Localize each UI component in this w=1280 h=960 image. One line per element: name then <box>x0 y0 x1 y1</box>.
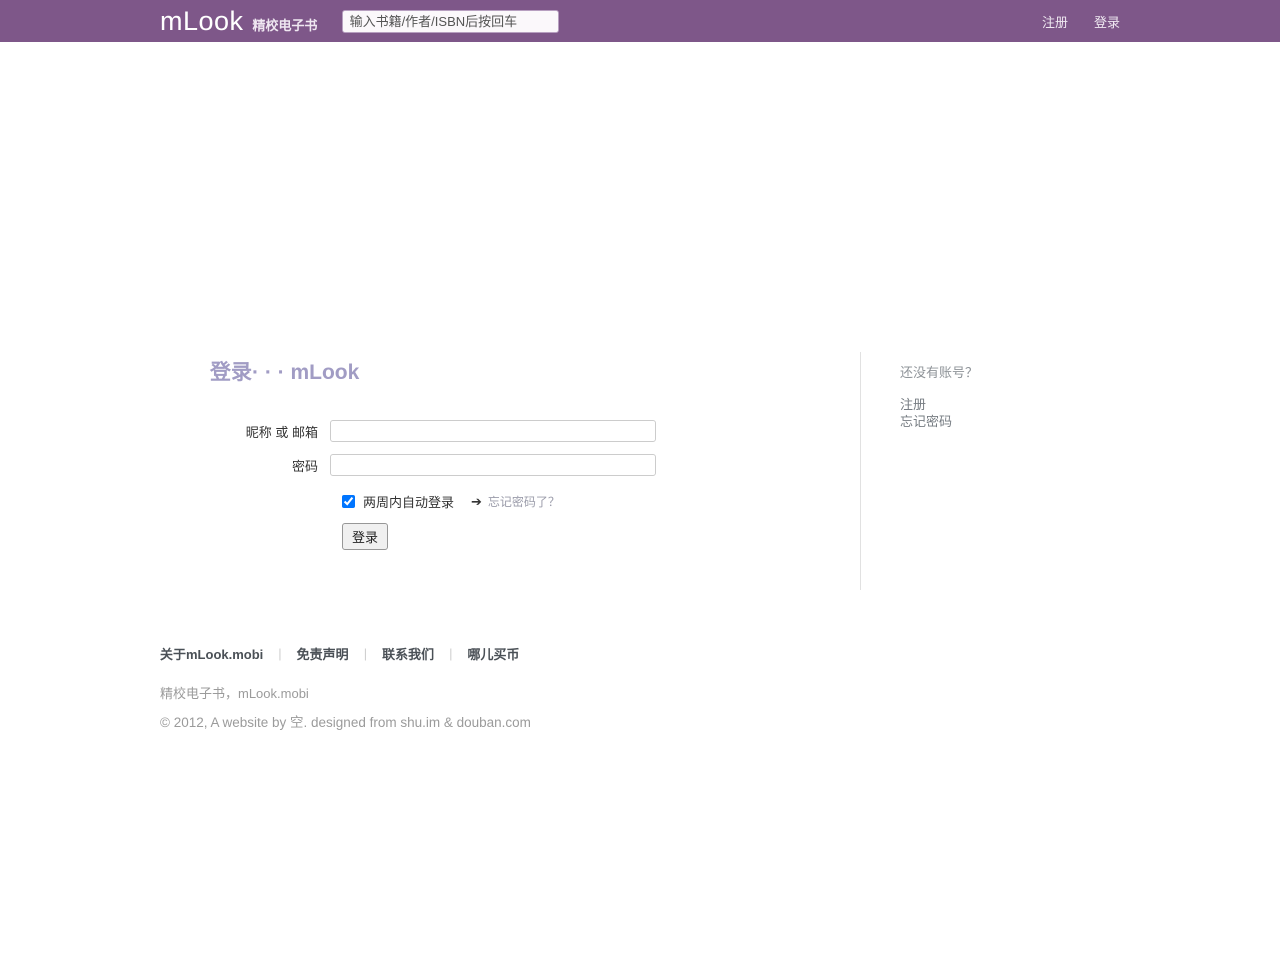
main-content: 登录· · · mLook 昵称 或 邮箱 密码 两周内自动登录 ➔ 忘记密码了… <box>160 352 1120 590</box>
remember-checkbox[interactable] <box>342 495 355 508</box>
footer-separator: | <box>278 646 282 661</box>
footer-separator: | <box>449 646 453 661</box>
login-submit-button[interactable]: 登录 <box>342 523 389 550</box>
sidebar-forgot-password-link[interactable]: 忘记密码 <box>900 413 1120 430</box>
footer-link-where-to-buy[interactable]: 哪儿买币 <box>467 644 519 663</box>
top-header-bar: mLook 精校电子书 注册 登录 <box>0 0 1280 42</box>
sidebar-register-link[interactable]: 注册 <box>900 396 1120 413</box>
footer-links: 关于mLook.mobi | 免责声明 | 联系我们 | 哪儿买币 <box>160 644 1120 663</box>
footer-separator: | <box>363 646 368 661</box>
footer: 关于mLook.mobi | 免责声明 | 联系我们 | 哪儿买币 精校电子书，… <box>160 644 1120 731</box>
header-register-link[interactable]: 注册 <box>1042 12 1068 31</box>
username-row: 昵称 或 邮箱 <box>160 420 860 442</box>
sidebar: 还没有账号？ 注册 忘记密码 <box>860 352 1120 590</box>
footer-link-disclaimer[interactable]: 免责声明 <box>297 644 349 663</box>
password-label: 密码 <box>291 458 318 474</box>
username-label: 昵称 或 邮箱 <box>245 424 318 440</box>
forgot-password-inline-link[interactable]: 忘记密码了？ <box>488 493 560 510</box>
page-title: 登录· · · mLook <box>210 361 360 384</box>
footer-site-line: 精校电子书，mLook.mobi <box>160 686 309 701</box>
site-tagline: 精校电子书 <box>252 17 318 33</box>
password-row: 密码 <box>160 454 860 476</box>
password-field[interactable] <box>330 454 656 476</box>
search-input[interactable] <box>341 9 559 33</box>
site-logo[interactable]: mLook <box>160 6 244 37</box>
login-form-area: 登录· · · mLook 昵称 或 邮箱 密码 两周内自动登录 ➔ 忘记密码了… <box>160 352 860 590</box>
remember-row: 两周内自动登录 ➔ 忘记密码了？ <box>342 492 860 511</box>
no-account-text: 还没有账号？ <box>900 365 979 380</box>
arrow-right-icon: ➔ <box>471 493 482 509</box>
header-login-link[interactable]: 登录 <box>1094 12 1120 31</box>
header-nav: 注册 登录 <box>1016 12 1120 31</box>
footer-copyright: © 2012, A website by 空. designed from sh… <box>160 715 531 730</box>
footer-link-contact[interactable]: 联系我们 <box>382 644 434 663</box>
username-field[interactable] <box>330 420 656 442</box>
remember-label: 两周内自动登录 <box>363 495 455 510</box>
footer-link-about[interactable]: 关于mLook.mobi <box>160 644 263 663</box>
